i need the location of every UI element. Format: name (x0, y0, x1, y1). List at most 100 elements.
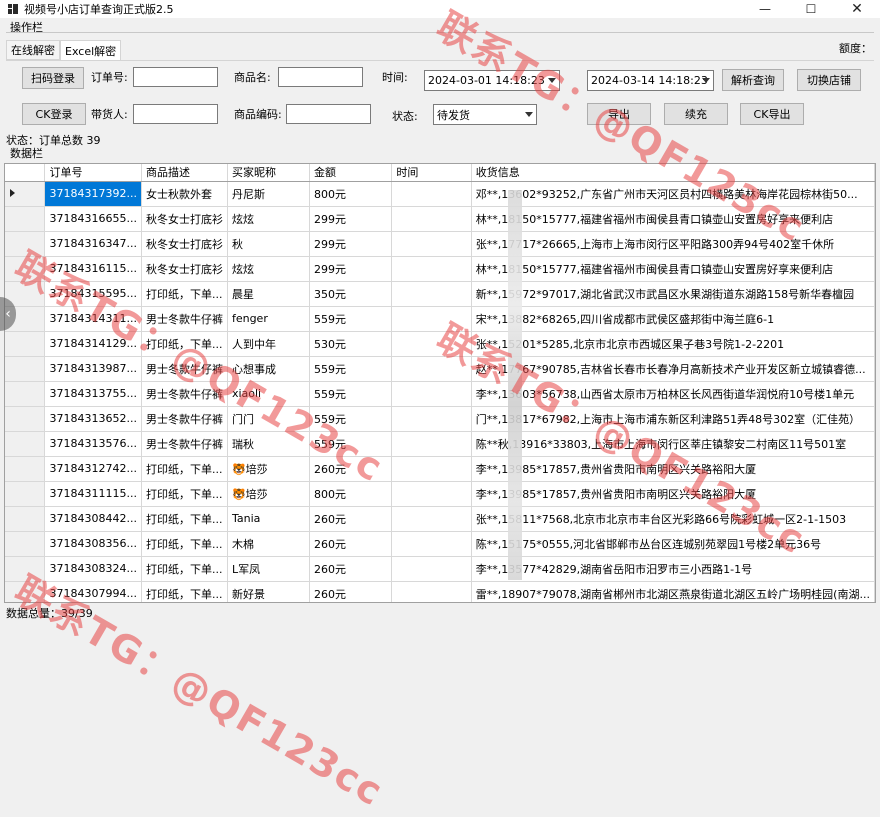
cell-order-no[interactable]: 37184308356... (44, 531, 142, 557)
cell-time[interactable] (391, 281, 472, 307)
cell-product-desc[interactable]: 秋冬女士打底衫 (141, 256, 228, 282)
cell-order-no[interactable]: 37184317392... (44, 181, 142, 207)
cell-buyer-nickname[interactable]: 晨星 (227, 281, 310, 307)
cell-amount[interactable]: 559元 (309, 381, 393, 407)
cell-buyer-nickname[interactable]: 炫炫 (227, 256, 310, 282)
end-time-picker[interactable]: 2024-03-14 14:18:23 (587, 70, 714, 91)
cell-buyer-nickname[interactable]: 丹尼斯 (227, 181, 310, 207)
table-row[interactable]: 37184308324... 打印纸，下单... L军凤 260元 李**,13577*… (5, 556, 875, 582)
row-header[interactable] (5, 431, 46, 457)
col-amount[interactable]: 金额 (309, 164, 393, 182)
cell-time[interactable] (391, 431, 472, 457)
cell-amount[interactable]: 299元 (309, 256, 393, 282)
cell-time[interactable] (391, 306, 472, 332)
cell-time[interactable] (391, 456, 472, 482)
cell-buyer-nickname[interactable]: 新好景 (227, 581, 310, 602)
cell-order-no[interactable]: 37184308324... (44, 556, 142, 582)
cell-shipping-info[interactable]: 林**,18150*15777,福建省福州市闽侯县青口镇壶山安置房好享来便利店 (471, 256, 875, 282)
parse-query-button[interactable]: 解析查询 (722, 69, 784, 91)
table-row[interactable]: 37184317392... 女士秋款外套 丹尼斯 800元 邓**,13602*932… (5, 181, 875, 207)
cell-product-desc[interactable]: 男士冬款牛仔裤 (141, 406, 228, 432)
start-time-picker[interactable]: 2024-03-01 14:18:23 (424, 70, 560, 91)
cell-product-desc[interactable]: 打印纸，下单... (141, 331, 228, 357)
cell-amount[interactable]: 559元 (309, 406, 393, 432)
cell-buyer-nickname[interactable]: 炫炫 (227, 206, 310, 232)
cell-order-no[interactable]: 37184311115... (44, 481, 142, 507)
cell-product-desc[interactable]: 打印纸，下单... (141, 481, 228, 507)
row-header[interactable] (5, 531, 46, 557)
cell-time[interactable] (391, 206, 472, 232)
cell-shipping-info[interactable]: 雷**,18907*79078,湖南省郴州市北湖区燕泉街道北湖区五岭广场明桂园(… (471, 581, 875, 602)
row-header[interactable] (5, 231, 46, 257)
cell-buyer-nickname[interactable]: 门门 (227, 406, 310, 432)
cell-shipping-info[interactable]: 邓**,13602*93252,广东省广州市天河区员村四横路美林海岸花园棕林街5… (471, 181, 875, 207)
col-product-desc[interactable]: 商品描述 (141, 164, 228, 182)
minimize-button[interactable]: — (742, 0, 788, 18)
cell-buyer-nickname[interactable]: Tania (227, 506, 310, 532)
row-header[interactable] (5, 406, 46, 432)
cell-shipping-info[interactable]: 陈**秋,13916*33803,上海市上海市闵行区莘庄镇黎安二村南区11号50… (471, 431, 875, 457)
cell-shipping-info[interactable]: 门**,13817*67982,上海市上海市浦东新区利津路51弄48号302室（… (471, 406, 875, 432)
cell-time[interactable] (391, 406, 472, 432)
table-row[interactable]: 37184314311... 男士冬款牛仔裤 fenger 559元 宋**,13882… (5, 306, 875, 332)
cell-shipping-info[interactable]: 赵**,17767*90785,吉林省长春市长春净月高新技术产业开发区新立城镇睿… (471, 356, 875, 382)
cell-buyer-nickname[interactable]: 心想事成 (227, 356, 310, 382)
maximize-button[interactable]: ☐ (788, 0, 834, 18)
cell-order-no[interactable]: 37184315595... (44, 281, 142, 307)
col-time[interactable]: 时间 (391, 164, 472, 182)
cell-shipping-info[interactable]: 林**,18150*15777,福建省福州市闽侯县青口镇壶山安置房好享来便利店 (471, 206, 875, 232)
col-order-no[interactable]: 订单号 (44, 164, 142, 182)
cell-amount[interactable]: 299元 (309, 206, 393, 232)
cell-buyer-nickname[interactable]: 瑞秋 (227, 431, 310, 457)
table-row[interactable]: 37184313987... 男士冬款牛仔裤 心想事成 559元 赵**,17767*9… (5, 356, 875, 382)
cell-buyer-nickname[interactable]: L军凤 (227, 556, 310, 582)
table-row[interactable]: 37184308356... 打印纸，下单... 木棉 260元 陈**,15175*0… (5, 531, 875, 557)
cell-shipping-info[interactable]: 张**,15811*7568,北京市北京市丰台区光彩路66号院彩虹城一区2-1-… (471, 506, 875, 532)
cell-time[interactable] (391, 356, 472, 382)
row-header[interactable] (5, 331, 46, 357)
cell-amount[interactable]: 350元 (309, 281, 393, 307)
row-header[interactable] (5, 506, 46, 532)
row-header[interactable] (5, 356, 46, 382)
table-row[interactable]: 37184313576... 男士冬款牛仔裤 瑞秋 559元 陈**秋,13916*33… (5, 431, 875, 457)
table-row[interactable]: 37184313755... 男士冬款牛仔裤 xiaoli 559元 李**,13603… (5, 381, 875, 407)
cell-order-no[interactable]: 37184316115... (44, 256, 142, 282)
cell-product-desc[interactable]: 男士冬款牛仔裤 (141, 431, 228, 457)
cell-amount[interactable]: 299元 (309, 231, 393, 257)
cell-buyer-nickname[interactable]: 秋 (227, 231, 310, 257)
tab-online-decrypt[interactable]: 在线解密 (6, 40, 60, 60)
cell-amount[interactable]: 559元 (309, 431, 393, 457)
row-header[interactable] (5, 181, 46, 207)
order-no-input[interactable] (133, 67, 218, 87)
row-header[interactable] (5, 256, 46, 282)
cell-time[interactable] (391, 231, 472, 257)
table-row[interactable]: 37184316347... 秋冬女士打底衫秋 299元 张**,17717*2666… (5, 231, 875, 257)
col-buyer-nickname[interactable]: 买家昵称 (227, 164, 310, 182)
col-shipping-info[interactable]: 收货信息 (471, 164, 875, 182)
cell-product-desc[interactable]: 打印纸，下单... (141, 506, 228, 532)
close-button[interactable]: ✕ (834, 0, 880, 18)
cell-order-no[interactable]: 37184308442... (44, 506, 142, 532)
cell-order-no[interactable]: 37184314311... (44, 306, 142, 332)
cell-buyer-nickname[interactable]: fenger (227, 306, 310, 332)
cell-product-desc[interactable]: 女士秋款外套 (141, 181, 228, 207)
table-row[interactable]: 37184316655... 秋冬女士打底衫 炫炫 299元 林**,18150*157… (5, 206, 875, 232)
cell-amount[interactable]: 260元 (309, 531, 393, 557)
cell-shipping-info[interactable]: 李**,13985*17857,贵州省贵阳市南明区兴关路裕阳大厦 (471, 481, 875, 507)
cell-time[interactable] (391, 531, 472, 557)
row-header[interactable] (5, 581, 46, 602)
cell-time[interactable] (391, 381, 472, 407)
cell-order-no[interactable]: 37184314129... (44, 331, 142, 357)
cell-time[interactable] (391, 181, 472, 207)
cell-order-no[interactable]: 37184313755... (44, 381, 142, 407)
cell-amount[interactable]: 530元 (309, 331, 393, 357)
cell-buyer-nickname[interactable]: 🐯培莎 (227, 456, 310, 482)
switch-shop-button[interactable]: 切换店铺 (797, 69, 861, 91)
product-name-input[interactable] (278, 67, 363, 87)
cell-order-no[interactable]: 37184312742... (44, 456, 142, 482)
seller-input[interactable] (133, 104, 218, 124)
table-row[interactable]: 37184315595... 打印纸，下单... 晨星 350元 新**,15972*9… (5, 281, 875, 307)
cell-buyer-nickname[interactable]: 人到中年 (227, 331, 310, 357)
product-code-input[interactable] (286, 104, 371, 124)
cell-shipping-info[interactable]: 张**,15201*5285,北京市北京市西城区果子巷3号院1-2-2201 (471, 331, 875, 357)
